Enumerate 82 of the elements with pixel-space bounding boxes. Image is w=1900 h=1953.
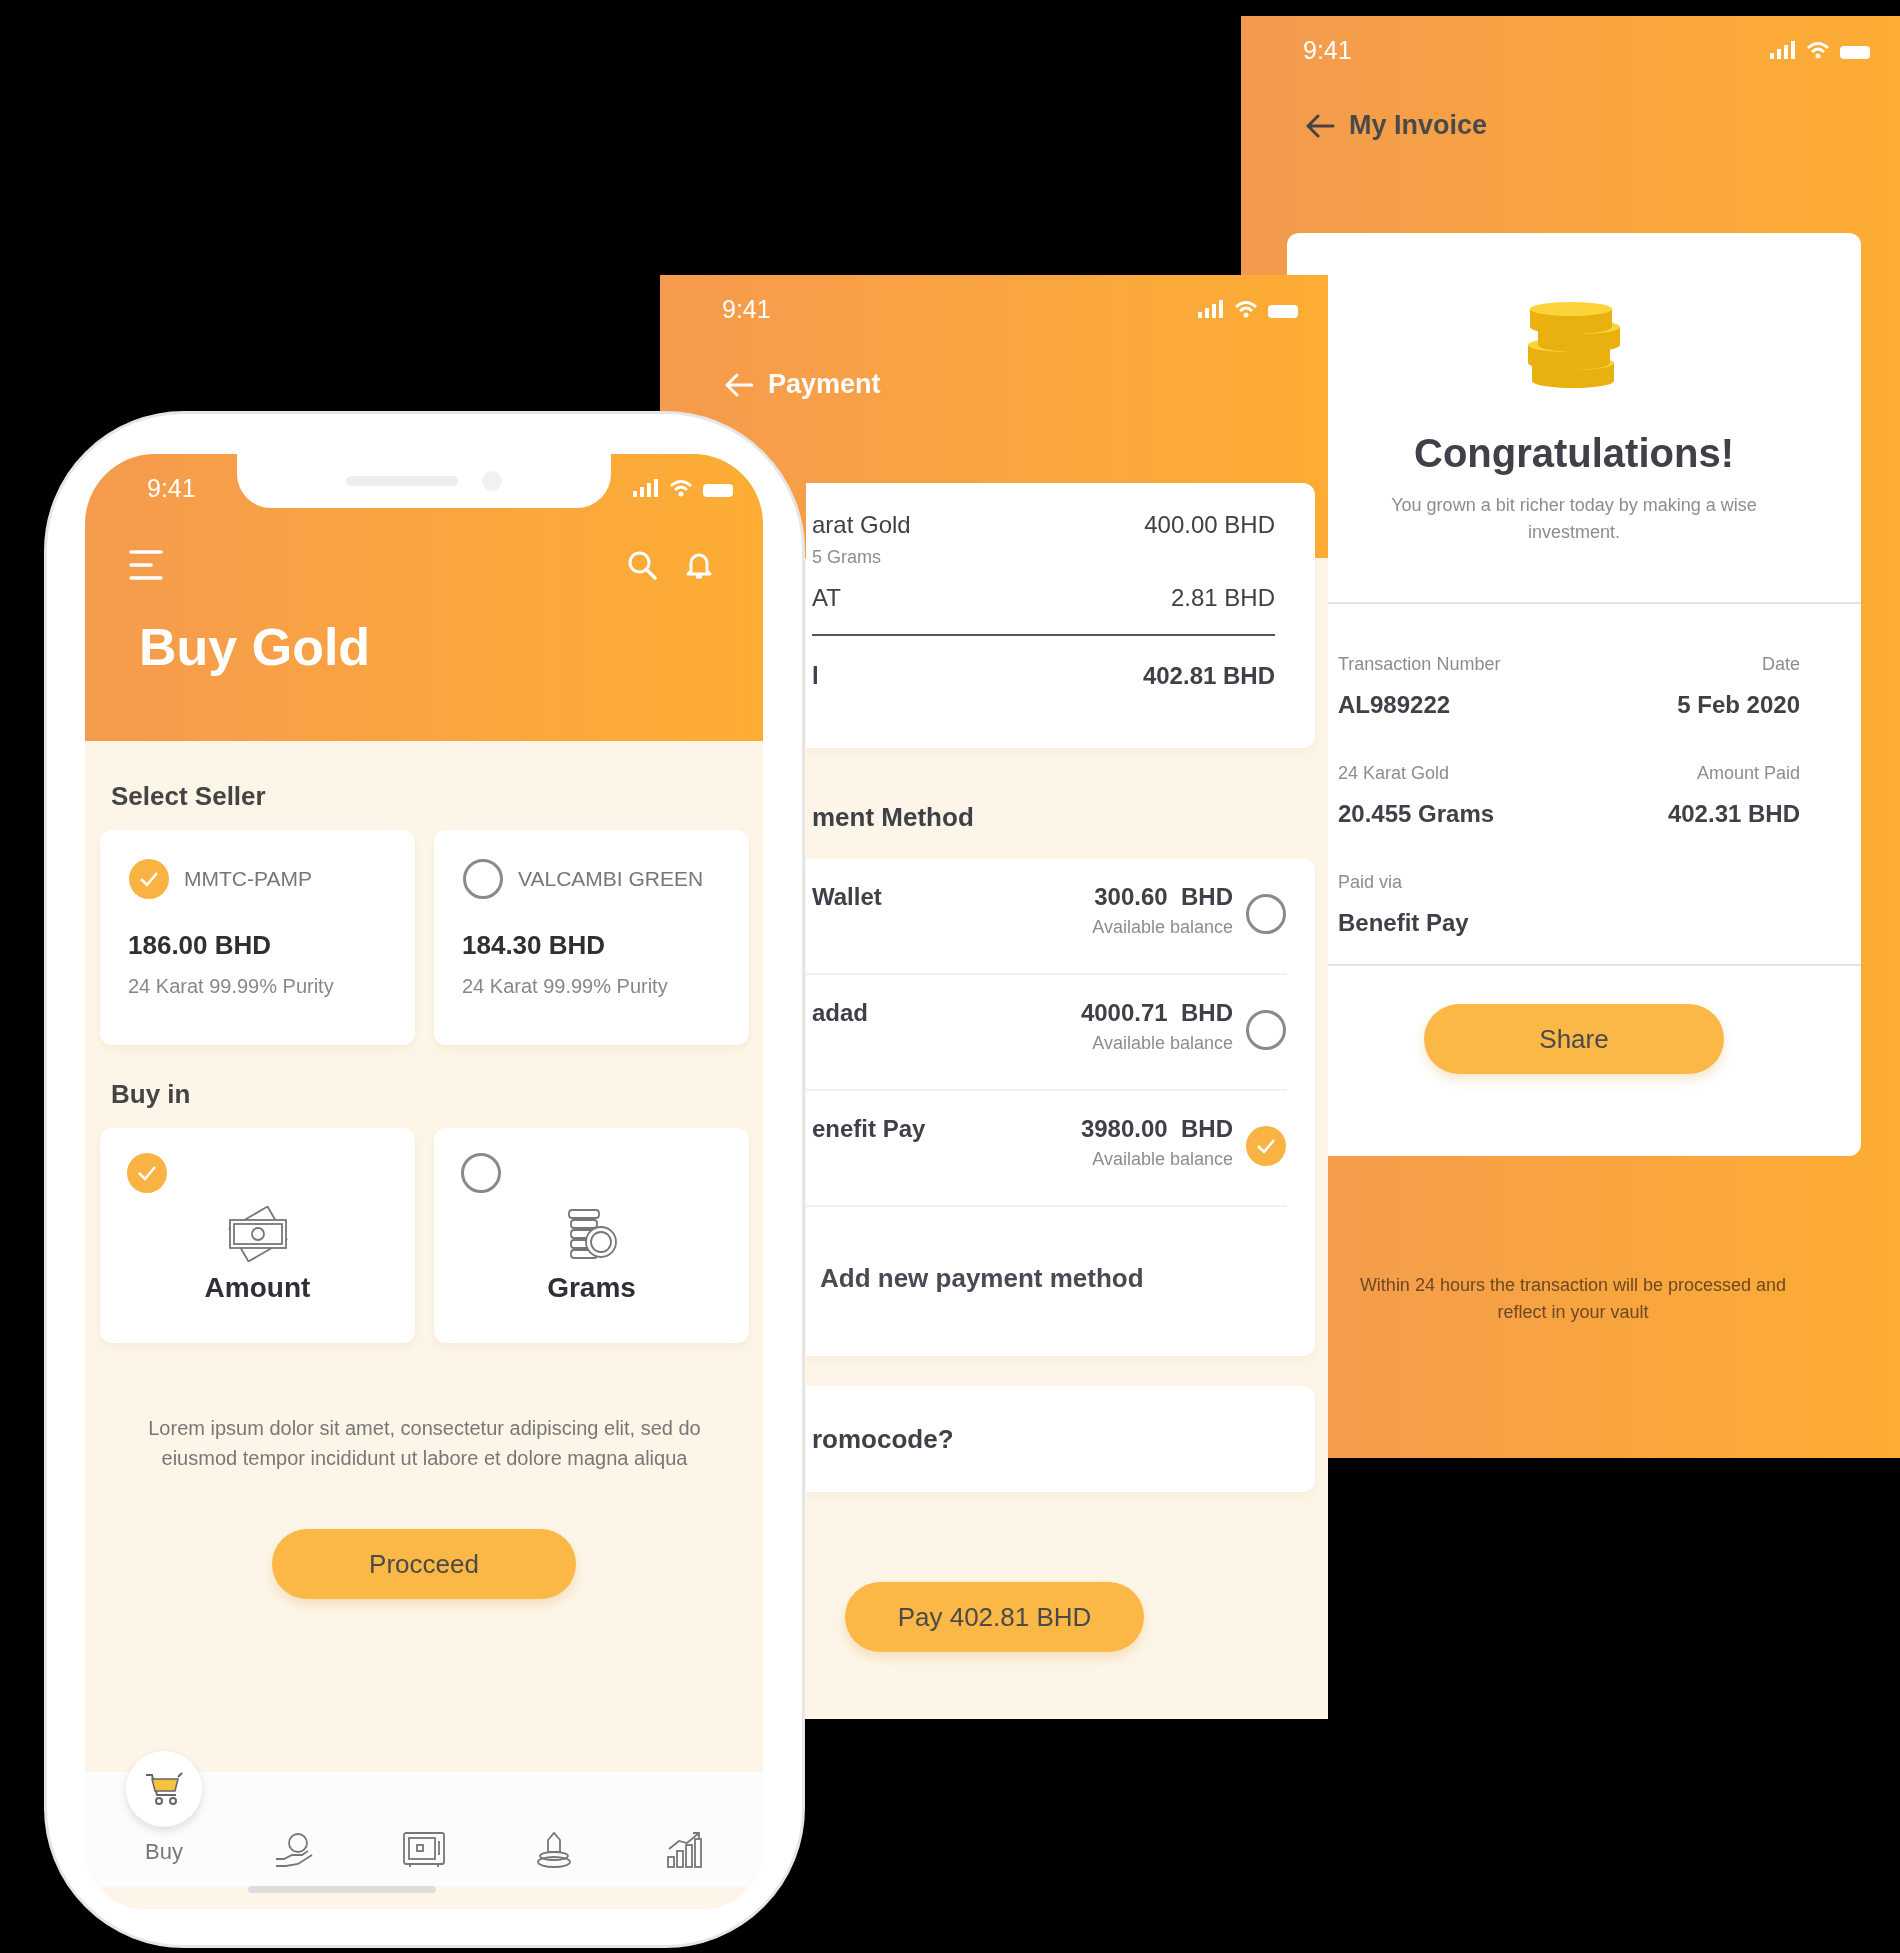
buy-option-card[interactable]: Amount [100,1128,415,1343]
detail-value: 5 Feb 2020 [1677,691,1800,719]
seller-purity: 24 Karat 99.99% Purity [462,975,669,998]
seller-name: VALCAMBI GREEN [518,867,704,891]
method-name: adad [811,999,869,1027]
add-payment-method-link[interactable]: Add new payment method [820,1263,1144,1294]
battery-icon [1840,46,1870,59]
summary-label: l [812,662,819,690]
coins-icon [1526,301,1622,389]
summary-label: arat Gold [812,511,911,539]
success-message: You grown a bit richer today by making a wise investment. [1390,494,1758,544]
detail-label: 24 Karat Gold [1338,763,1451,784]
signal-icon [1198,300,1224,318]
signal-icon [633,479,659,497]
seller-card[interactable]: MMTC-PAMP 186.00 BHD 24 Karat 99.99% Purity [100,830,415,1045]
radio-button[interactable] [126,1152,168,1194]
summary-label: AT [812,584,841,612]
battery-icon [703,484,733,497]
wifi-icon [669,479,693,497]
detail-label: Transaction Number [1338,654,1501,675]
detail-label: Date [1761,654,1800,675]
promocode-field[interactable]: romocode? [806,1386,1315,1492]
detail-value: AL989222 [1338,691,1452,719]
radio-button[interactable] [128,858,170,900]
buy-option-label: Amount [204,1272,311,1304]
balance-caption: Available balance [1092,917,1233,938]
signal-icon [1770,41,1796,59]
summary-amount: 402.81 BHD [1142,662,1275,690]
summary-detail: 5 Grams [812,547,882,568]
detail-value: 402.31 BHD [1667,800,1800,828]
radio-button[interactable] [460,1152,502,1194]
seller-price: 186.00 BHD [128,930,273,961]
hand-coin-icon [274,1830,314,1869]
seller-price: 184.30 BHD [462,930,607,961]
proceed-button[interactable]: Procceed [272,1529,576,1599]
section-heading: Buy in [111,1079,192,1110]
battery-icon [1268,305,1298,318]
cart-icon [144,1770,184,1807]
detail-value: 20.455 Grams [1338,800,1495,828]
method-balance: 300.60 BHD [1094,883,1233,911]
nav-item[interactable]: Buy [99,1750,229,1865]
menu-icon[interactable] [129,549,165,581]
radio-button[interactable] [1245,1009,1287,1051]
seller-purity: 24 Karat 99.99% Purity [128,975,335,998]
summary-amount: 400.00 BHD [1144,511,1275,539]
balance-caption: Available balance [1092,1033,1233,1054]
radio-button[interactable] [462,858,504,900]
status-time: 9:41 [147,473,196,503]
back-arrow-icon[interactable] [1305,113,1335,138]
detail-label: Paid via [1338,872,1404,893]
method-name: enefit Pay [811,1115,927,1143]
section-heading: Select Seller [111,781,267,812]
status-time: 9:41 [722,294,771,324]
screen-title: Payment [768,369,881,400]
description-text: Lorem ipsum dolor sit amet, consectetur adipiscing elit, sed do eiusmod tempor incididunt ut labore et dolore magna aliqua [147,1416,702,1471]
detail-label: Amount Paid [1696,763,1800,784]
seller-name: MMTC-PAMP [184,867,312,891]
share-button[interactable]: Share [1424,1004,1724,1074]
buy-option-label: Grams [547,1272,636,1304]
safe-icon [402,1830,446,1869]
buy-option-card[interactable]: Grams [434,1128,749,1343]
processing-note: Within 24 hours the transaction will be processed and reflect in your vault [1358,1274,1788,1324]
bullion-icon [534,1829,574,1870]
bar-chart-icon [665,1830,703,1869]
balance-caption: Available balance [1092,1149,1233,1170]
method-balance: 4000.71 BHD [1080,999,1233,1027]
screen-title: Buy Gold [138,617,372,677]
wifi-icon [1234,300,1258,318]
radio-button[interactable] [1245,893,1287,935]
pay-button[interactable]: Pay 402.81 BHD [845,1582,1144,1652]
seller-card[interactable]: VALCAMBI GREEN 184.30 BHD 24 Karat 99.99% Purity [434,830,749,1045]
method-balance: 3980.00 BHD [1080,1115,1233,1143]
radio-button[interactable] [1245,1125,1287,1167]
method-name: Wallet [811,883,883,911]
summary-amount: 2.81 BHD [1170,584,1275,612]
status-time: 9:41 [1303,35,1352,65]
wifi-icon [1806,41,1830,59]
detail-value: Benefit Pay [1338,909,1469,937]
search-icon[interactable] [627,550,657,580]
screen-title: My Invoice [1349,110,1488,141]
success-heading: Congratulations! [1414,431,1734,476]
section-heading: ment Method [812,802,975,833]
